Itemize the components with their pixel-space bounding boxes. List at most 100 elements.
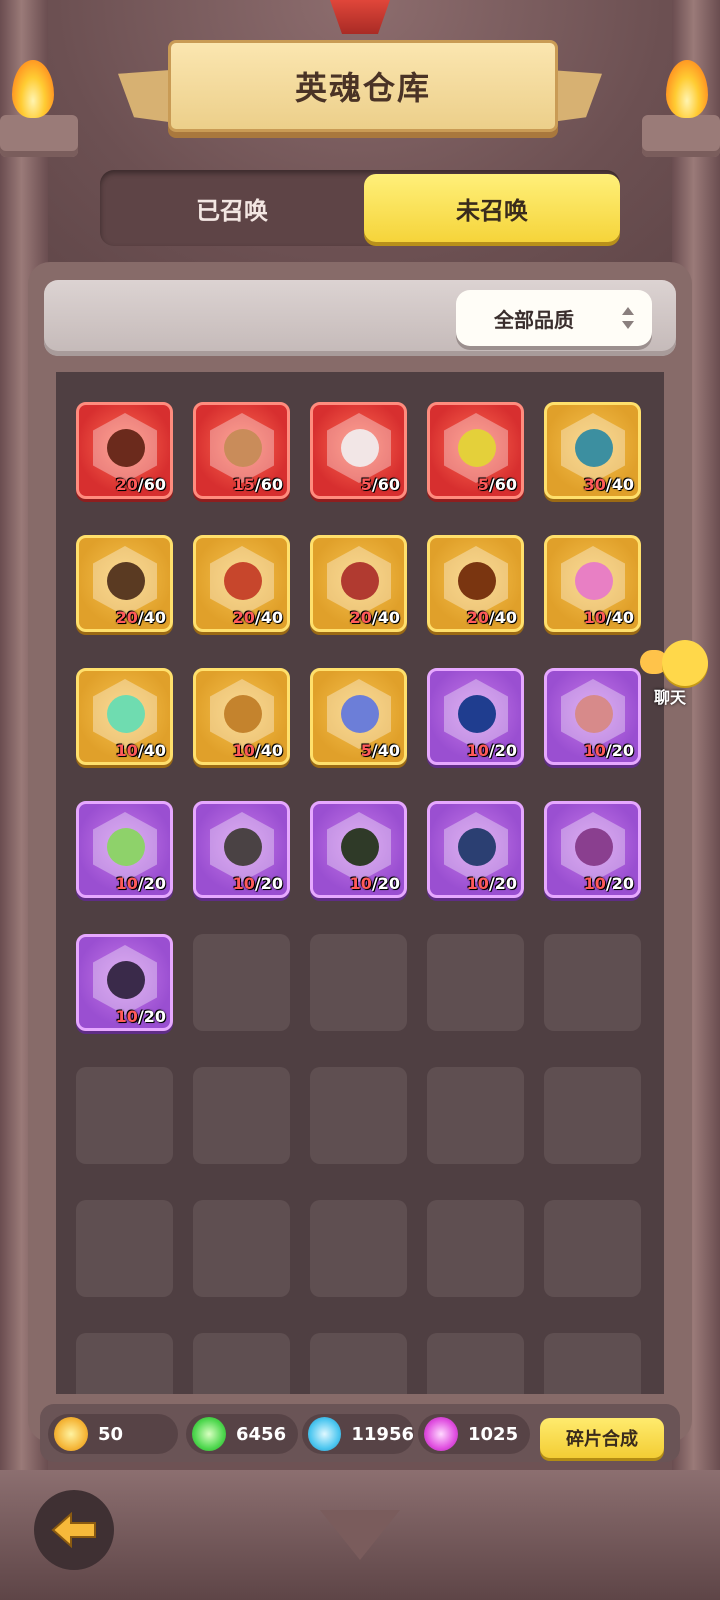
quality-filter-dropdown[interactable]: 全部品质 [456, 290, 652, 346]
shard-cell[interactable]: 10/20 [310, 801, 407, 898]
shard-cell[interactable]: 10/20 [193, 801, 290, 898]
shard-count: 15/60 [233, 475, 283, 494]
shard-cell[interactable]: 20/40 [76, 535, 173, 632]
shard-count: 10/20 [233, 874, 283, 893]
shard-count-current: 10 [349, 874, 372, 893]
sort-arrows-icon [622, 307, 634, 329]
shard-count-current: 20 [115, 608, 138, 627]
tab-unsummoned[interactable]: 未召唤 [364, 174, 620, 242]
shard-cell[interactable]: 5/60 [427, 402, 524, 499]
shard-cell[interactable]: 20/40 [193, 535, 290, 632]
shard-cell[interactable]: 10/20 [544, 801, 641, 898]
shard-count: 20/60 [116, 475, 166, 494]
shard-count: 10/40 [116, 741, 166, 760]
shard-cell[interactable]: 10/40 [544, 535, 641, 632]
shard-count-current: 10 [466, 741, 489, 760]
hero-portrait-icon [341, 828, 379, 866]
shard-cell[interactable]: 20/40 [427, 535, 524, 632]
shard-count-current: 10 [583, 874, 606, 893]
empty-slot [544, 934, 641, 1031]
shard-count-max: /40 [254, 741, 283, 760]
hero-portrait-icon [458, 828, 496, 866]
blue-flame-icon [308, 1417, 342, 1451]
empty-slot [427, 1200, 524, 1297]
floor-emblem [320, 1510, 400, 1560]
shard-cell[interactable]: 10/20 [544, 668, 641, 765]
shard-count-current: 30 [583, 475, 606, 494]
shard-cell[interactable]: 20/40 [310, 535, 407, 632]
hero-portrait-icon [107, 961, 145, 999]
shard-cell[interactable]: 10/20 [427, 668, 524, 765]
green-flame-icon [192, 1417, 226, 1451]
empty-slot [310, 934, 407, 1031]
hero-portrait-icon [458, 429, 496, 467]
hero-portrait-icon [107, 828, 145, 866]
shard-cell[interactable]: 10/20 [427, 801, 524, 898]
compose-shards-button[interactable]: 碎片合成 [540, 1418, 664, 1458]
back-arrow-icon [51, 1512, 96, 1548]
shard-cell[interactable]: 15/60 [193, 402, 290, 499]
shard-count-current: 20 [115, 475, 138, 494]
quality-filter-value: 全部品质 [494, 307, 574, 332]
shard-count: 10/20 [116, 874, 166, 893]
shard-cell[interactable]: 10/40 [76, 668, 173, 765]
hero-portrait-icon [107, 562, 145, 600]
empty-slot [427, 1067, 524, 1164]
shard-count: 10/20 [350, 874, 400, 893]
empty-slot [76, 1333, 173, 1394]
empty-slot [544, 1200, 641, 1297]
shard-count: 10/20 [584, 741, 634, 760]
shard-count-max: /20 [371, 874, 400, 893]
hero-portrait-icon [224, 429, 262, 467]
resource-blue-value: 11956 [351, 1423, 414, 1445]
shard-cell[interactable]: 10/40 [193, 668, 290, 765]
shard-count: 5/60 [361, 475, 400, 494]
hero-portrait-icon [341, 562, 379, 600]
shard-cell[interactable]: 30/40 [544, 402, 641, 499]
empty-slot [310, 1200, 407, 1297]
shard-count-max: /20 [605, 874, 634, 893]
chat-button[interactable]: 聊天 [640, 640, 712, 707]
shard-count: 5/60 [478, 475, 517, 494]
shard-count-current: 5 [477, 475, 489, 494]
resource-gold: 50 [48, 1414, 178, 1454]
shard-count: 20/40 [116, 608, 166, 627]
shard-count: 30/40 [584, 475, 634, 494]
chat-face-icon [662, 640, 708, 686]
shard-count-current: 20 [349, 608, 372, 627]
shard-count-max: /60 [488, 475, 517, 494]
resource-gold-value: 50 [98, 1423, 124, 1445]
resource-green: 6456 [186, 1414, 298, 1454]
empty-slot [310, 1067, 407, 1164]
shard-cell[interactable]: 5/60 [310, 402, 407, 499]
back-button[interactable] [34, 1490, 114, 1570]
purple-flame-icon [424, 1417, 458, 1451]
shard-count-max: /20 [137, 874, 166, 893]
shard-count-current: 10 [466, 874, 489, 893]
shard-count: 20/40 [467, 608, 517, 627]
shard-count-max: /20 [137, 1007, 166, 1026]
shard-count-max: /40 [371, 741, 400, 760]
empty-slot [427, 934, 524, 1031]
shard-cell[interactable]: 10/20 [76, 801, 173, 898]
shard-cell[interactable]: 20/60 [76, 402, 173, 499]
shard-count: 10/20 [116, 1007, 166, 1026]
hero-portrait-icon [575, 828, 613, 866]
hero-portrait-icon [575, 429, 613, 467]
shard-count-max: /20 [605, 741, 634, 760]
shard-count: 20/40 [233, 608, 283, 627]
shard-grid: 20/60 15/60 5/60 5/60 30/40 20/40 20/40 20/40 20… [76, 402, 644, 1394]
shard-count-max: /60 [254, 475, 283, 494]
tab-summoned[interactable]: 已召唤 [104, 174, 360, 242]
shard-count: 10/40 [233, 741, 283, 760]
shard-cell[interactable]: 10/20 [76, 934, 173, 1031]
hero-portrait-icon [107, 695, 145, 733]
shard-count: 5/40 [361, 741, 400, 760]
shard-grid-area[interactable]: 20/60 15/60 5/60 5/60 30/40 20/40 20/40 20/40 20… [56, 372, 664, 1394]
shard-count-max: /40 [605, 475, 634, 494]
shard-cell[interactable]: 5/40 [310, 668, 407, 765]
shard-count-max: /40 [137, 608, 166, 627]
shard-count-max: /60 [137, 475, 166, 494]
shard-count-max: /40 [605, 608, 634, 627]
hero-portrait-icon [575, 562, 613, 600]
